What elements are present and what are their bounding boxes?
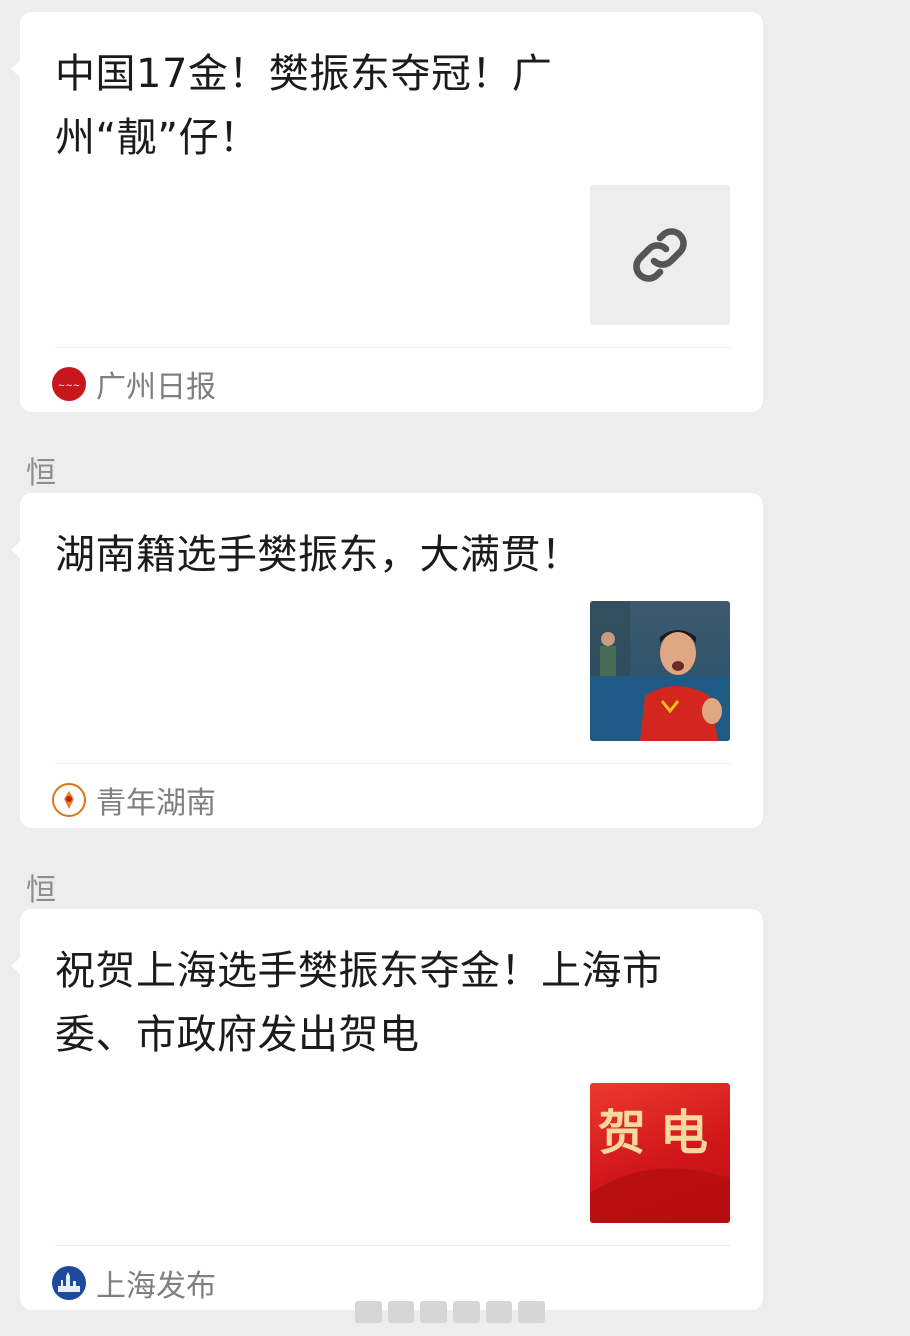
source-name: 广州日报	[96, 370, 216, 405]
sender-name: 恒	[26, 873, 56, 908]
article-title[interactable]: 祝贺上海选手樊振东夺金！上海市委、市政府发出贺电	[55, 939, 735, 1067]
congratulations-thumbnail: 贺电	[590, 1083, 730, 1223]
divider	[55, 347, 730, 348]
source-row[interactable]: 上海发布	[52, 1261, 216, 1305]
player-photo	[590, 601, 730, 741]
divider	[55, 1245, 730, 1246]
link-icon	[633, 228, 687, 282]
link-thumbnail	[590, 185, 730, 325]
article-card-1[interactable]: 中国17金！樊振东夺冠！广州“靓”仔！ ~~~ 广州日报	[11, 12, 763, 412]
article-title[interactable]: 湖南籍选手樊振东，大满贯！	[55, 523, 735, 587]
youth-hunan-logo	[52, 783, 86, 817]
article-card-3[interactable]: 祝贺上海选手樊振东夺金！上海市委、市政府发出贺电 贺电 上海发布	[11, 909, 763, 1310]
svg-text:~~~: ~~~	[58, 381, 81, 391]
divider	[55, 763, 730, 764]
source-row[interactable]: 青年湖南	[52, 778, 216, 822]
source-row[interactable]: ~~~ 广州日报	[52, 362, 216, 406]
source-name: 青年湖南	[96, 786, 216, 821]
article-card-2[interactable]: 湖南籍选手樊振东，大满贯！ 青年湖南	[11, 493, 763, 828]
guangzhou-daily-logo: ~~~	[52, 367, 86, 401]
source-name: 上海发布	[96, 1269, 216, 1304]
sender-name: 恒	[26, 456, 56, 491]
scroll-indicator	[355, 1300, 546, 1324]
shanghai-release-logo	[52, 1266, 86, 1300]
article-title[interactable]: 中国17金！樊振东夺冠！广州“靓”仔！	[55, 42, 735, 170]
